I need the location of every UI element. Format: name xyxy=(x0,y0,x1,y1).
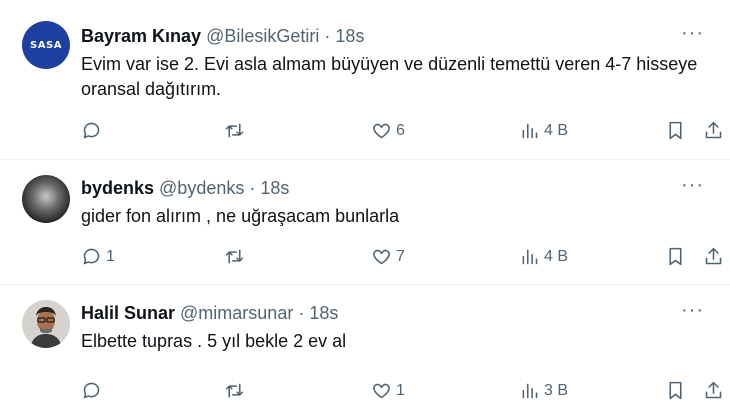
retweet-icon xyxy=(225,123,244,138)
author-name[interactable]: bydenks xyxy=(81,176,154,200)
timestamp[interactable]: 18s xyxy=(260,176,289,200)
more-options-icon[interactable]: ··· xyxy=(681,300,704,320)
views-chart-icon xyxy=(522,123,538,139)
timestamp[interactable]: 18s xyxy=(309,301,338,325)
tweet-text: Evim var ise 2. Evi asla almam büyüyen v… xyxy=(81,54,698,99)
heart-icon xyxy=(373,123,390,139)
share-button[interactable] xyxy=(703,120,724,141)
avatar[interactable] xyxy=(22,175,70,223)
view-count: 3 B xyxy=(544,381,569,399)
reply-button[interactable] xyxy=(81,380,106,401)
bookmark-icon xyxy=(669,121,682,140)
separator-dot: · xyxy=(249,178,256,198)
tweet-text: gider fon alırım , ne uğraşacam bunlarla xyxy=(81,206,400,226)
author-name[interactable]: Halil Sunar xyxy=(81,301,175,325)
separator-dot: · xyxy=(298,303,305,323)
tweet-3[interactable]: Halil Sunar @mimarsunar · 18s ··· Elbett… xyxy=(0,285,730,420)
separator-dot: · xyxy=(324,26,331,46)
like-button[interactable]: 6 xyxy=(371,120,405,141)
person-photo-icon xyxy=(22,300,70,348)
share-icon xyxy=(705,247,722,265)
retweet-button[interactable] xyxy=(224,246,249,267)
bookmark-button[interactable] xyxy=(665,120,686,141)
tweet-header: bydenks @bydenks · 18s xyxy=(81,176,714,200)
tweet-content: Halil Sunar @mimarsunar · 18s ··· Elbett… xyxy=(81,300,714,354)
retweet-button[interactable] xyxy=(224,380,249,401)
retweet-icon xyxy=(225,249,244,264)
heart-icon xyxy=(373,249,390,265)
author-handle[interactable]: @mimarsunar xyxy=(180,301,293,325)
views-button[interactable]: 4 B xyxy=(519,120,568,141)
author-handle[interactable]: @bydenks xyxy=(159,176,244,200)
author-name[interactable]: Bayram Kınay xyxy=(81,24,201,48)
share-button[interactable] xyxy=(703,380,724,401)
share-button[interactable] xyxy=(703,246,724,267)
reply-icon xyxy=(83,248,100,265)
heart-icon xyxy=(373,383,390,399)
share-icon xyxy=(705,121,722,139)
tweet-header: Halil Sunar @mimarsunar · 18s xyxy=(81,301,714,325)
bookmark-icon xyxy=(669,247,682,266)
views-chart-icon xyxy=(522,249,538,265)
like-count: 1 xyxy=(396,381,405,399)
like-button[interactable]: 7 xyxy=(371,246,405,267)
like-count: 6 xyxy=(396,121,405,139)
share-icon xyxy=(705,381,722,399)
author-handle[interactable]: @BilesikGetiri xyxy=(206,24,319,48)
bookmark-button[interactable] xyxy=(665,380,686,401)
reply-icon xyxy=(83,122,100,139)
reply-button[interactable] xyxy=(81,120,106,141)
view-count: 4 B xyxy=(544,121,569,139)
tweet-1[interactable]: SASA Bayram Kınay @BilesikGetiri · 18s ·… xyxy=(0,0,730,160)
views-chart-icon xyxy=(522,383,538,399)
tweet-header: Bayram Kınay @BilesikGetiri · 18s xyxy=(81,24,714,48)
reply-icon xyxy=(83,382,100,399)
tweet-actions: 1 3 B xyxy=(81,380,722,404)
bookmark-icon xyxy=(669,381,682,400)
views-button[interactable]: 3 B xyxy=(519,380,568,401)
tweet-2[interactable]: bydenks @bydenks · 18s ··· gider fon alı… xyxy=(0,160,730,285)
like-button[interactable]: 1 xyxy=(371,380,405,401)
avatar[interactable] xyxy=(22,300,70,348)
retweet-icon xyxy=(225,383,244,398)
timestamp[interactable]: 18s xyxy=(335,24,364,48)
avatar[interactable]: SASA xyxy=(22,21,70,69)
more-options-icon[interactable]: ··· xyxy=(681,23,704,43)
view-count: 4 B xyxy=(544,247,569,265)
tweet-content: bydenks @bydenks · 18s ··· gider fon alı… xyxy=(81,175,714,229)
reply-feed: SASA Bayram Kınay @BilesikGetiri · 18s ·… xyxy=(0,0,730,420)
tweet-content: Bayram Kınay @BilesikGetiri · 18s ··· Ev… xyxy=(81,23,714,102)
more-options-icon[interactable]: ··· xyxy=(681,175,704,195)
tweet-text: Elbette tupras . 5 yıl bekle 2 ev al xyxy=(81,331,347,351)
reply-count: 1 xyxy=(106,247,115,265)
views-button[interactable]: 4 B xyxy=(519,246,568,267)
avatar-logo-text: SASA xyxy=(30,39,62,51)
bookmark-button[interactable] xyxy=(665,246,686,267)
tweet-actions: 1 7 4 B xyxy=(81,246,722,270)
reply-button[interactable]: 1 xyxy=(81,246,115,267)
retweet-button[interactable] xyxy=(224,120,249,141)
tweet-actions: 6 4 B xyxy=(81,120,722,144)
like-count: 7 xyxy=(396,247,405,265)
